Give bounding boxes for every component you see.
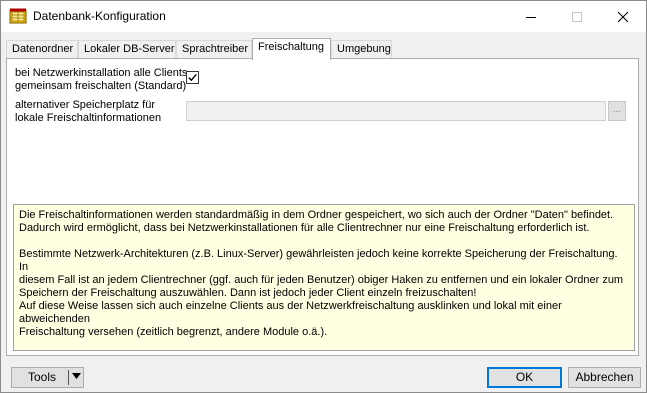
network-unlock-checkbox[interactable] [186, 71, 199, 84]
ok-button[interactable]: OK [487, 367, 562, 388]
network-unlock-label-line2: gemeinsam freischalten (Standard) [15, 80, 187, 92]
app-database-icon [9, 8, 27, 24]
dropdown-arrow-icon[interactable] [72, 373, 81, 380]
checkmark-icon [188, 73, 197, 82]
network-unlock-label-line1: bei Netzwerkinstallation alle Clients [15, 67, 188, 79]
tools-label: Tools [28, 370, 57, 384]
freischaltung-panel: bei Netzwerkinstallation alle Clients ge… [6, 58, 639, 356]
title-bar[interactable]: Datenbank-Konfiguration [1, 1, 646, 32]
local-path-label-line1: alternativer Speicherplatz für [15, 99, 156, 111]
cancel-button[interactable]: Abbrechen [568, 367, 641, 388]
browse-button[interactable]: ... [608, 101, 626, 121]
tab-strip: Datenordner Lokaler DB-Server Sprachtrei… [1, 38, 646, 60]
local-path-field[interactable] [186, 101, 606, 121]
tab-umgebung[interactable]: Umgebung [331, 40, 392, 58]
tab-lokaler-db-server[interactable]: Lokaler DB-Server [78, 40, 176, 58]
close-icon [617, 11, 629, 23]
info-text-box: Die Freischaltinformationen werden stand… [13, 204, 635, 351]
minimize-button[interactable] [508, 1, 554, 32]
maximize-button[interactable] [554, 1, 600, 32]
dialog-window: Datenbank-Konfiguration Datenordner Loka… [0, 0, 647, 393]
tab-sprachtreiber[interactable]: Sprachtreiber [176, 40, 252, 58]
tools-separator [68, 370, 69, 385]
close-button[interactable] [600, 1, 646, 32]
maximize-icon [572, 12, 582, 22]
window-title: Datenbank-Konfiguration [33, 9, 166, 23]
tools-button[interactable]: Tools [11, 367, 84, 388]
local-path-label-line2: lokale Freischaltinformationen [15, 112, 162, 124]
tab-datenordner[interactable]: Datenordner [6, 40, 78, 58]
minimize-icon [526, 17, 536, 18]
tab-freischaltung[interactable]: Freischaltung [252, 38, 331, 60]
